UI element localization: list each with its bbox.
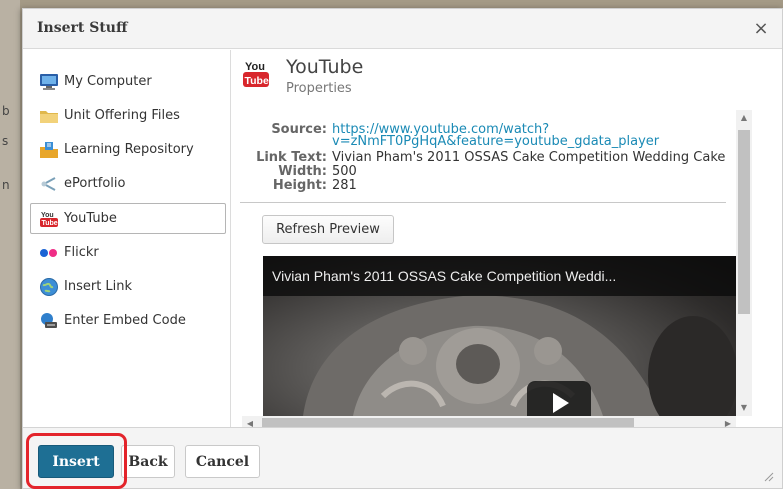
vertical-scroll-thumb[interactable] [738,130,750,314]
sidebar-item-label: ePortfolio [64,176,126,191]
repository-icon [38,140,60,160]
youtube-icon: You Tube [38,209,60,229]
sidebar-item-enter-embed-code[interactable]: Enter Embed Code [30,305,226,336]
link-text-label: Link Text: [256,150,327,165]
sidebar-item-flickr[interactable]: Flickr [30,237,226,268]
video-title-bar: Vivian Pham's 2011 OSSAS Cake Competitio… [263,256,736,296]
height-value: 281 [332,178,357,193]
scroll-up-arrow-icon[interactable]: ▲ [736,110,752,126]
sidebar-item-label: Flickr [64,245,99,260]
svg-text:Tube: Tube [245,75,269,87]
computer-icon [38,72,60,92]
background-text-fragment: b [2,104,10,118]
svg-text:You: You [245,61,265,73]
sidebar-item-my-computer[interactable]: My Computer [30,66,226,97]
width-label: Width: [278,164,327,179]
sidebar-item-label: Insert Link [64,279,133,294]
scroll-left-arrow-icon[interactable]: ◀ [242,416,258,427]
scroll-down-arrow-icon[interactable]: ▼ [736,400,752,416]
sidebar-item-insert-link[interactable]: Insert Link [30,271,226,302]
insert-button[interactable]: Insert [38,445,114,478]
sidebar-item-label: YouTube [64,211,117,226]
dialog-titlebar: Insert Stuff × [23,9,782,49]
sidebar-item-label: My Computer [64,74,152,89]
refresh-preview-button[interactable]: Refresh Preview [262,215,394,244]
properties-panel: You Tube YouTube Properties Source: https… [232,50,762,427]
eportfolio-icon [38,174,60,194]
source-url-line2[interactable]: v=zNmFT0PgHqA&feature=youtube_gdata_play… [332,135,659,149]
globe-link-icon [38,277,60,297]
youtube-logo-icon: You Tube [242,58,270,88]
dialog-title: Insert Stuff [37,20,128,36]
insert-stuff-dialog: Insert Stuff × My Computer Unit Offering… [22,8,783,489]
horizontal-scrollbar[interactable]: ◀ ▶ [242,416,736,427]
cancel-button[interactable]: Cancel [185,445,260,478]
source-sidebar: My Computer Unit Offering Files Learning… [23,50,231,427]
panel-title: YouTube [286,56,364,78]
sidebar-item-label: Learning Repository [64,142,194,157]
height-label: Height: [272,178,327,193]
resize-grip-icon[interactable] [762,470,774,482]
background-page [0,0,20,489]
video-preview[interactable]: Vivian Pham's 2011 OSSAS Cake Competitio… [263,256,736,416]
sidebar-item-eportfolio[interactable]: ePortfolio [30,168,226,199]
video-title[interactable]: Vivian Pham's 2011 OSSAS Cake Competitio… [272,268,616,284]
back-button[interactable]: Back [121,445,175,478]
source-label: Source: [271,122,327,137]
sidebar-item-learning-repository[interactable]: Learning Repository [30,134,226,165]
svg-text:Tube: Tube [42,220,58,227]
sidebar-item-label: Enter Embed Code [64,313,186,328]
folder-icon [38,106,60,126]
play-icon[interactable] [527,381,591,416]
dialog-footer: Insert Back Cancel [23,427,782,489]
vertical-scrollbar[interactable]: ▲ ▼ [736,110,752,416]
sidebar-item-label: Unit Offering Files [64,108,180,123]
close-button[interactable]: × [750,18,772,40]
link-text-value: Vivian Pham's 2011 OSSAS Cake Competitio… [332,150,726,165]
sidebar-item-unit-offering-files[interactable]: Unit Offering Files [30,100,226,131]
divider [240,202,726,203]
sidebar-item-youtube[interactable]: You Tube YouTube [30,203,226,234]
background-text-fragment: n [2,178,10,192]
embed-code-icon [38,311,60,331]
horizontal-scroll-thumb[interactable] [262,418,634,427]
scroll-right-arrow-icon[interactable]: ▶ [720,416,736,427]
width-value: 500 [332,164,357,179]
flickr-icon [38,243,60,263]
background-text-fragment: s [2,134,9,148]
panel-subtitle: Properties [286,81,352,96]
svg-text:You: You [41,212,54,219]
